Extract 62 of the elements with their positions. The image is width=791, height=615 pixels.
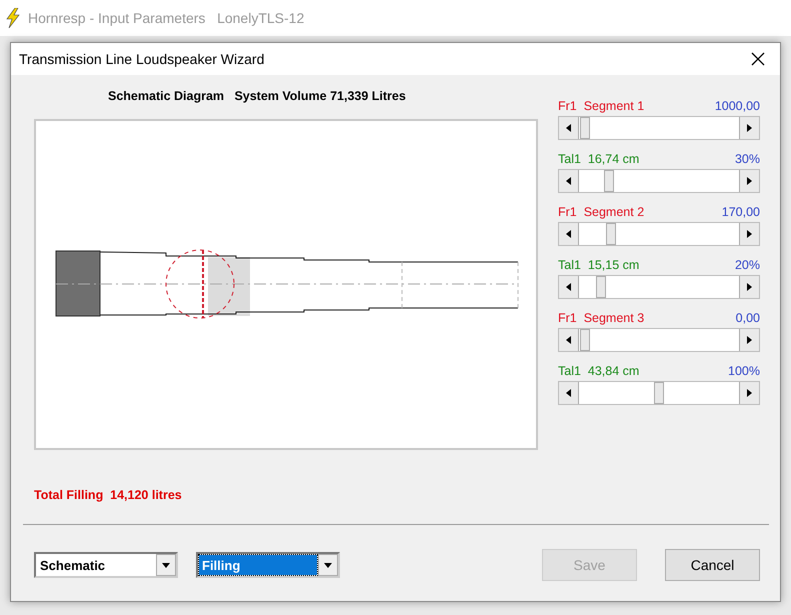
slider-reading: 170,00 [722,205,760,221]
scroll-right-button[interactable] [739,117,759,139]
slider-thumb[interactable] [654,382,664,404]
dropdown[interactable]: Filling [196,552,340,578]
right-arrow-icon [747,177,752,185]
right-arrow-icon [747,230,752,238]
right-arrow-icon [747,124,752,132]
scrollbar-slider[interactable] [558,381,760,405]
diagram-heading: Schematic Diagram System Volume 71,339 Litres [108,89,407,105]
scroll-right-button[interactable] [739,223,759,245]
scrollbar-slider[interactable] [558,275,760,299]
slider-label: Fr1 Segment 3 [558,311,644,327]
left-arrow-icon [566,124,571,132]
scrollbar-slider[interactable] [558,169,760,193]
slider-reading: 1000,00 [714,99,760,115]
slider-label: Fr1 Segment 2 [558,205,644,221]
close-icon [751,52,765,66]
dropdown-button[interactable] [318,554,338,576]
scrollbar-slider[interactable] [558,222,760,246]
scroll-left-button[interactable] [559,170,579,192]
dropdown[interactable]: Schematic [34,552,178,578]
scroll-right-button[interactable] [739,170,759,192]
scroll-left-button[interactable] [559,276,579,298]
left-arrow-icon [566,389,571,397]
right-arrow-icon [747,336,752,344]
slider-reading: 20% [734,258,760,274]
scroll-right-button[interactable] [739,329,759,351]
dialog-title: Transmission Line Loudspeaker Wizard [19,51,264,67]
slider-reading: 100% [728,364,760,380]
slider-label: Tal1 15,15 cm [558,258,640,274]
total-filling-text: Total Filling 14,120 litres [34,488,183,502]
dialog-button[interactable]: Cancel [665,549,760,581]
left-arrow-icon [566,336,571,344]
dropdown-button[interactable] [156,554,176,576]
slider-thumb[interactable] [580,329,590,351]
window-title: Hornresp - Input Parameters LonelyTLS-12 [28,10,304,26]
lightning-icon [6,8,20,28]
slider-label: Tal1 43,84 cm [558,364,640,380]
right-arrow-icon [747,283,752,291]
scroll-right-button[interactable] [739,382,759,404]
caret-icon [324,562,332,568]
slider-thumb[interactable] [606,223,616,245]
right-arrow-icon [747,389,752,397]
scroll-left-button[interactable] [559,117,579,139]
caret-icon [162,562,170,568]
slider-thumb[interactable] [604,170,614,192]
left-arrow-icon [566,283,571,291]
scroll-left-button[interactable] [559,223,579,245]
left-arrow-icon [566,177,571,185]
slider-reading: 30% [734,152,760,168]
slider-label: Tal1 16,74 cm [558,152,640,168]
scrollbar-slider[interactable] [558,328,760,352]
scroll-right-button[interactable] [739,276,759,298]
left-arrow-icon [566,230,571,238]
slider-label: Fr1 Segment 1 [558,99,644,115]
scrollbar-slider[interactable] [558,116,760,140]
dropdown-value: Filling [199,555,317,575]
scroll-left-button[interactable] [559,329,579,351]
slider-thumb[interactable] [596,276,606,298]
slider-thumb[interactable] [580,117,590,139]
slider-reading: 0,00 [736,311,760,327]
scroll-left-button[interactable] [559,382,579,404]
